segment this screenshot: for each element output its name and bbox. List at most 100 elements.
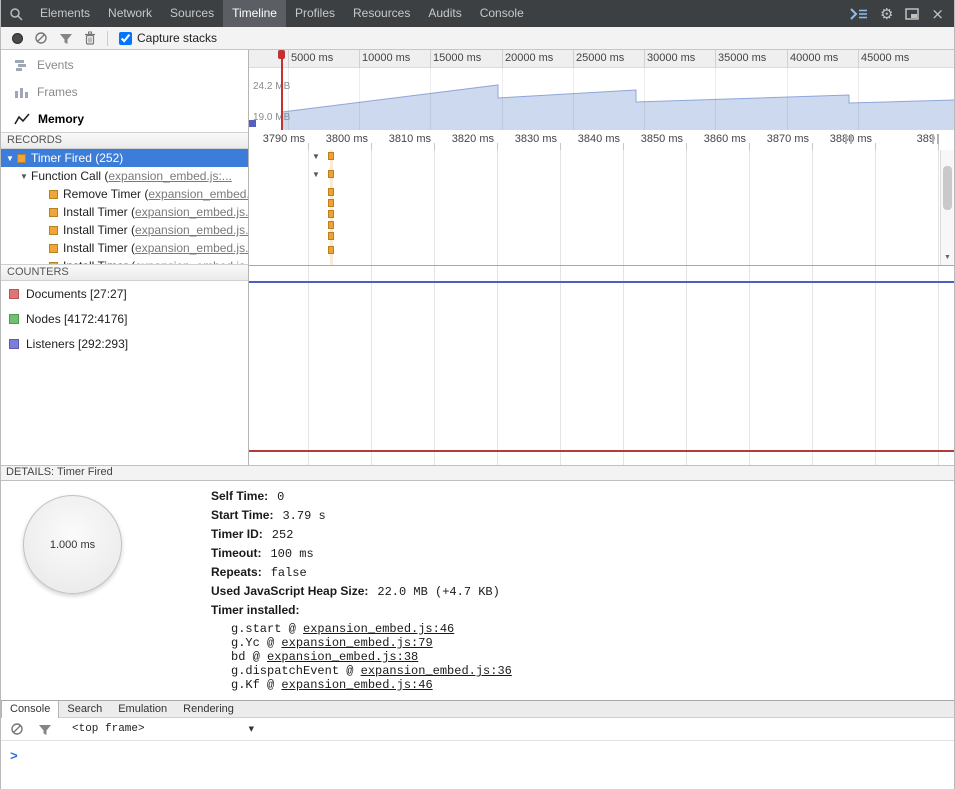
drawer-tab-bar: Console Search Emulation Rendering — [1, 700, 954, 718]
ruler-grip-icon[interactable] — [932, 134, 939, 144]
record-link[interactable]: expansion_embed.js:... — [108, 169, 231, 183]
drawer-tab-emulation[interactable]: Emulation — [110, 701, 175, 717]
grid-line — [502, 68, 503, 130]
frame-context-value: <top frame> — [72, 723, 145, 735]
console-log-area[interactable]: > — [1, 741, 954, 789]
stack-frame-link[interactable]: expansion_embed.js:79 — [281, 636, 432, 650]
frame-context-select[interactable]: <top frame> ▼ — [72, 723, 254, 735]
ruler-tick-label: 3830 ms — [497, 133, 557, 145]
main-toolbar: Elements Network Sources Timeline Profil… — [1, 0, 954, 27]
tab-network[interactable]: Network — [99, 0, 161, 27]
grid-line — [875, 150, 876, 265]
close-icon[interactable]: × — [931, 5, 944, 23]
overview-selection-grip-icon[interactable] — [278, 50, 285, 59]
detail-ruler[interactable]: 3790 ms 3800 ms 3810 ms 3820 ms 3830 ms … — [249, 130, 954, 150]
overview-tick-label: 45000 ms — [861, 52, 909, 64]
grid-line — [686, 266, 687, 465]
tab-elements[interactable]: Elements — [31, 0, 99, 27]
triangle-down-icon[interactable]: ▼ — [312, 152, 320, 161]
grid-line — [560, 266, 561, 465]
ruler-tick-label: 3790 ms — [245, 133, 305, 145]
record-row-install-timer[interactable]: Install Timer (expansion_embed.js... — [1, 257, 248, 264]
timer-event-bar[interactable] — [328, 152, 334, 160]
view-item-frames[interactable]: Frames — [1, 78, 248, 105]
trash-icon[interactable] — [84, 31, 96, 45]
triangle-down-icon[interactable]: ▼ — [17, 172, 31, 181]
scrollbar-thumb[interactable] — [943, 166, 952, 210]
grid-line — [497, 266, 498, 465]
grid-line — [434, 150, 435, 265]
memory-min-label: 19.0 MB — [253, 112, 290, 123]
dock-side-icon[interactable] — [905, 8, 919, 20]
property-value: 100 ms — [270, 547, 313, 561]
filter-icon[interactable] — [38, 723, 52, 736]
record-row-function-call[interactable]: ▼ Function Call (expansion_embed.js:... — [1, 167, 248, 185]
counter-row-nodes[interactable]: Nodes [4172:4176] — [1, 306, 248, 331]
record-row-remove-timer[interactable]: Remove Timer (expansion_embed... — [1, 185, 248, 203]
grid-line — [308, 150, 309, 265]
record-row-install-timer[interactable]: Install Timer (expansion_embed.js... — [1, 203, 248, 221]
record-row-timer-fired[interactable]: ▼ Timer Fired (252) — [1, 149, 248, 167]
timer-event-bar[interactable] — [328, 199, 334, 207]
timer-event-bar[interactable] — [328, 246, 334, 254]
stack-frame-link[interactable]: expansion_embed.js:38 — [267, 650, 418, 664]
console-toolbar: <top frame> ▼ — [1, 718, 954, 741]
counters-graph-pane[interactable] — [249, 265, 954, 465]
stack-frame-link[interactable]: expansion_embed.js:36 — [361, 664, 512, 678]
records-scrollbar[interactable]: ▼ — [940, 150, 954, 265]
gear-icon[interactable]: ⚙ — [880, 5, 893, 23]
tab-audits[interactable]: Audits — [419, 0, 470, 27]
grid-line — [749, 266, 750, 465]
drawer-tab-search[interactable]: Search — [59, 701, 110, 717]
stack-frame-link[interactable]: expansion_embed.js:46 — [281, 678, 432, 692]
record-link[interactable]: expansion_embed... — [148, 187, 248, 201]
record-row-install-timer[interactable]: Install Timer (expansion_embed.js... — [1, 221, 248, 239]
memory-max-label: 24.2 MB — [253, 81, 290, 92]
memory-chart-icon — [14, 112, 30, 126]
show-console-drawer-icon[interactable] — [850, 8, 868, 20]
scroll-down-icon[interactable]: ▼ — [941, 251, 954, 265]
grid-line — [715, 50, 716, 68]
counter-row-documents[interactable]: Documents [27:27] — [1, 281, 248, 306]
details-header: DETAILS: Timer Fired — [1, 465, 954, 481]
record-button[interactable] — [12, 33, 23, 44]
stack-frame-link[interactable]: expansion_embed.js:46 — [303, 622, 454, 636]
tab-timeline[interactable]: Timeline — [223, 0, 286, 27]
filter-icon[interactable] — [59, 32, 73, 45]
drawer-tab-console[interactable]: Console — [1, 701, 59, 718]
timeline-records-pane[interactable]: ▼ ▼ ▼ — [249, 150, 954, 265]
overview-ruler[interactable]: 5000 ms 10000 ms 15000 ms 20000 ms 25000… — [249, 50, 954, 68]
tab-profiles[interactable]: Profiles — [286, 0, 344, 27]
clear-console-icon[interactable] — [10, 722, 24, 736]
tab-resources[interactable]: Resources — [344, 0, 419, 27]
counter-row-listeners[interactable]: Listeners [292:293] — [1, 331, 248, 356]
search-button[interactable] — [1, 7, 31, 21]
record-link[interactable]: expansion_embed.js... — [135, 223, 248, 237]
timer-event-bar[interactable] — [328, 210, 334, 218]
triangle-down-icon[interactable]: ▼ — [3, 154, 17, 163]
grid-line — [787, 68, 788, 130]
record-link[interactable]: expansion_embed.js... — [135, 241, 248, 255]
clear-icon[interactable] — [34, 31, 48, 45]
tab-sources[interactable]: Sources — [161, 0, 223, 27]
tab-console[interactable]: Console — [471, 0, 533, 27]
view-item-events[interactable]: Events — [1, 51, 248, 78]
timer-event-bar[interactable] — [328, 232, 334, 240]
clipped-record-row: Install Timer (expansion_embed.js... — [1, 257, 248, 264]
ruler-grip-icon[interactable] — [845, 134, 852, 144]
memory-overview-chart[interactable]: 24.2 MB 19.0 MB — [249, 68, 954, 130]
view-item-memory[interactable]: Memory — [1, 105, 248, 132]
toolbar-separator — [107, 31, 108, 46]
ruler-tick-label: 3850 ms — [623, 133, 683, 145]
timer-event-bar[interactable] — [328, 221, 334, 229]
record-row-install-timer[interactable]: Install Timer (expansion_embed.js... — [1, 239, 248, 257]
timer-event-bar[interactable] — [328, 188, 334, 196]
drawer-tab-rendering[interactable]: Rendering — [175, 701, 242, 717]
timer-event-bar[interactable] — [328, 170, 334, 178]
capture-stacks-option[interactable]: Capture stacks — [119, 31, 217, 45]
record-link[interactable]: expansion_embed.js... — [135, 205, 248, 219]
search-icon — [9, 7, 23, 21]
overview-selection-handle[interactable] — [281, 50, 283, 130]
triangle-down-icon[interactable]: ▼ — [312, 170, 320, 179]
capture-stacks-checkbox[interactable] — [119, 32, 132, 45]
